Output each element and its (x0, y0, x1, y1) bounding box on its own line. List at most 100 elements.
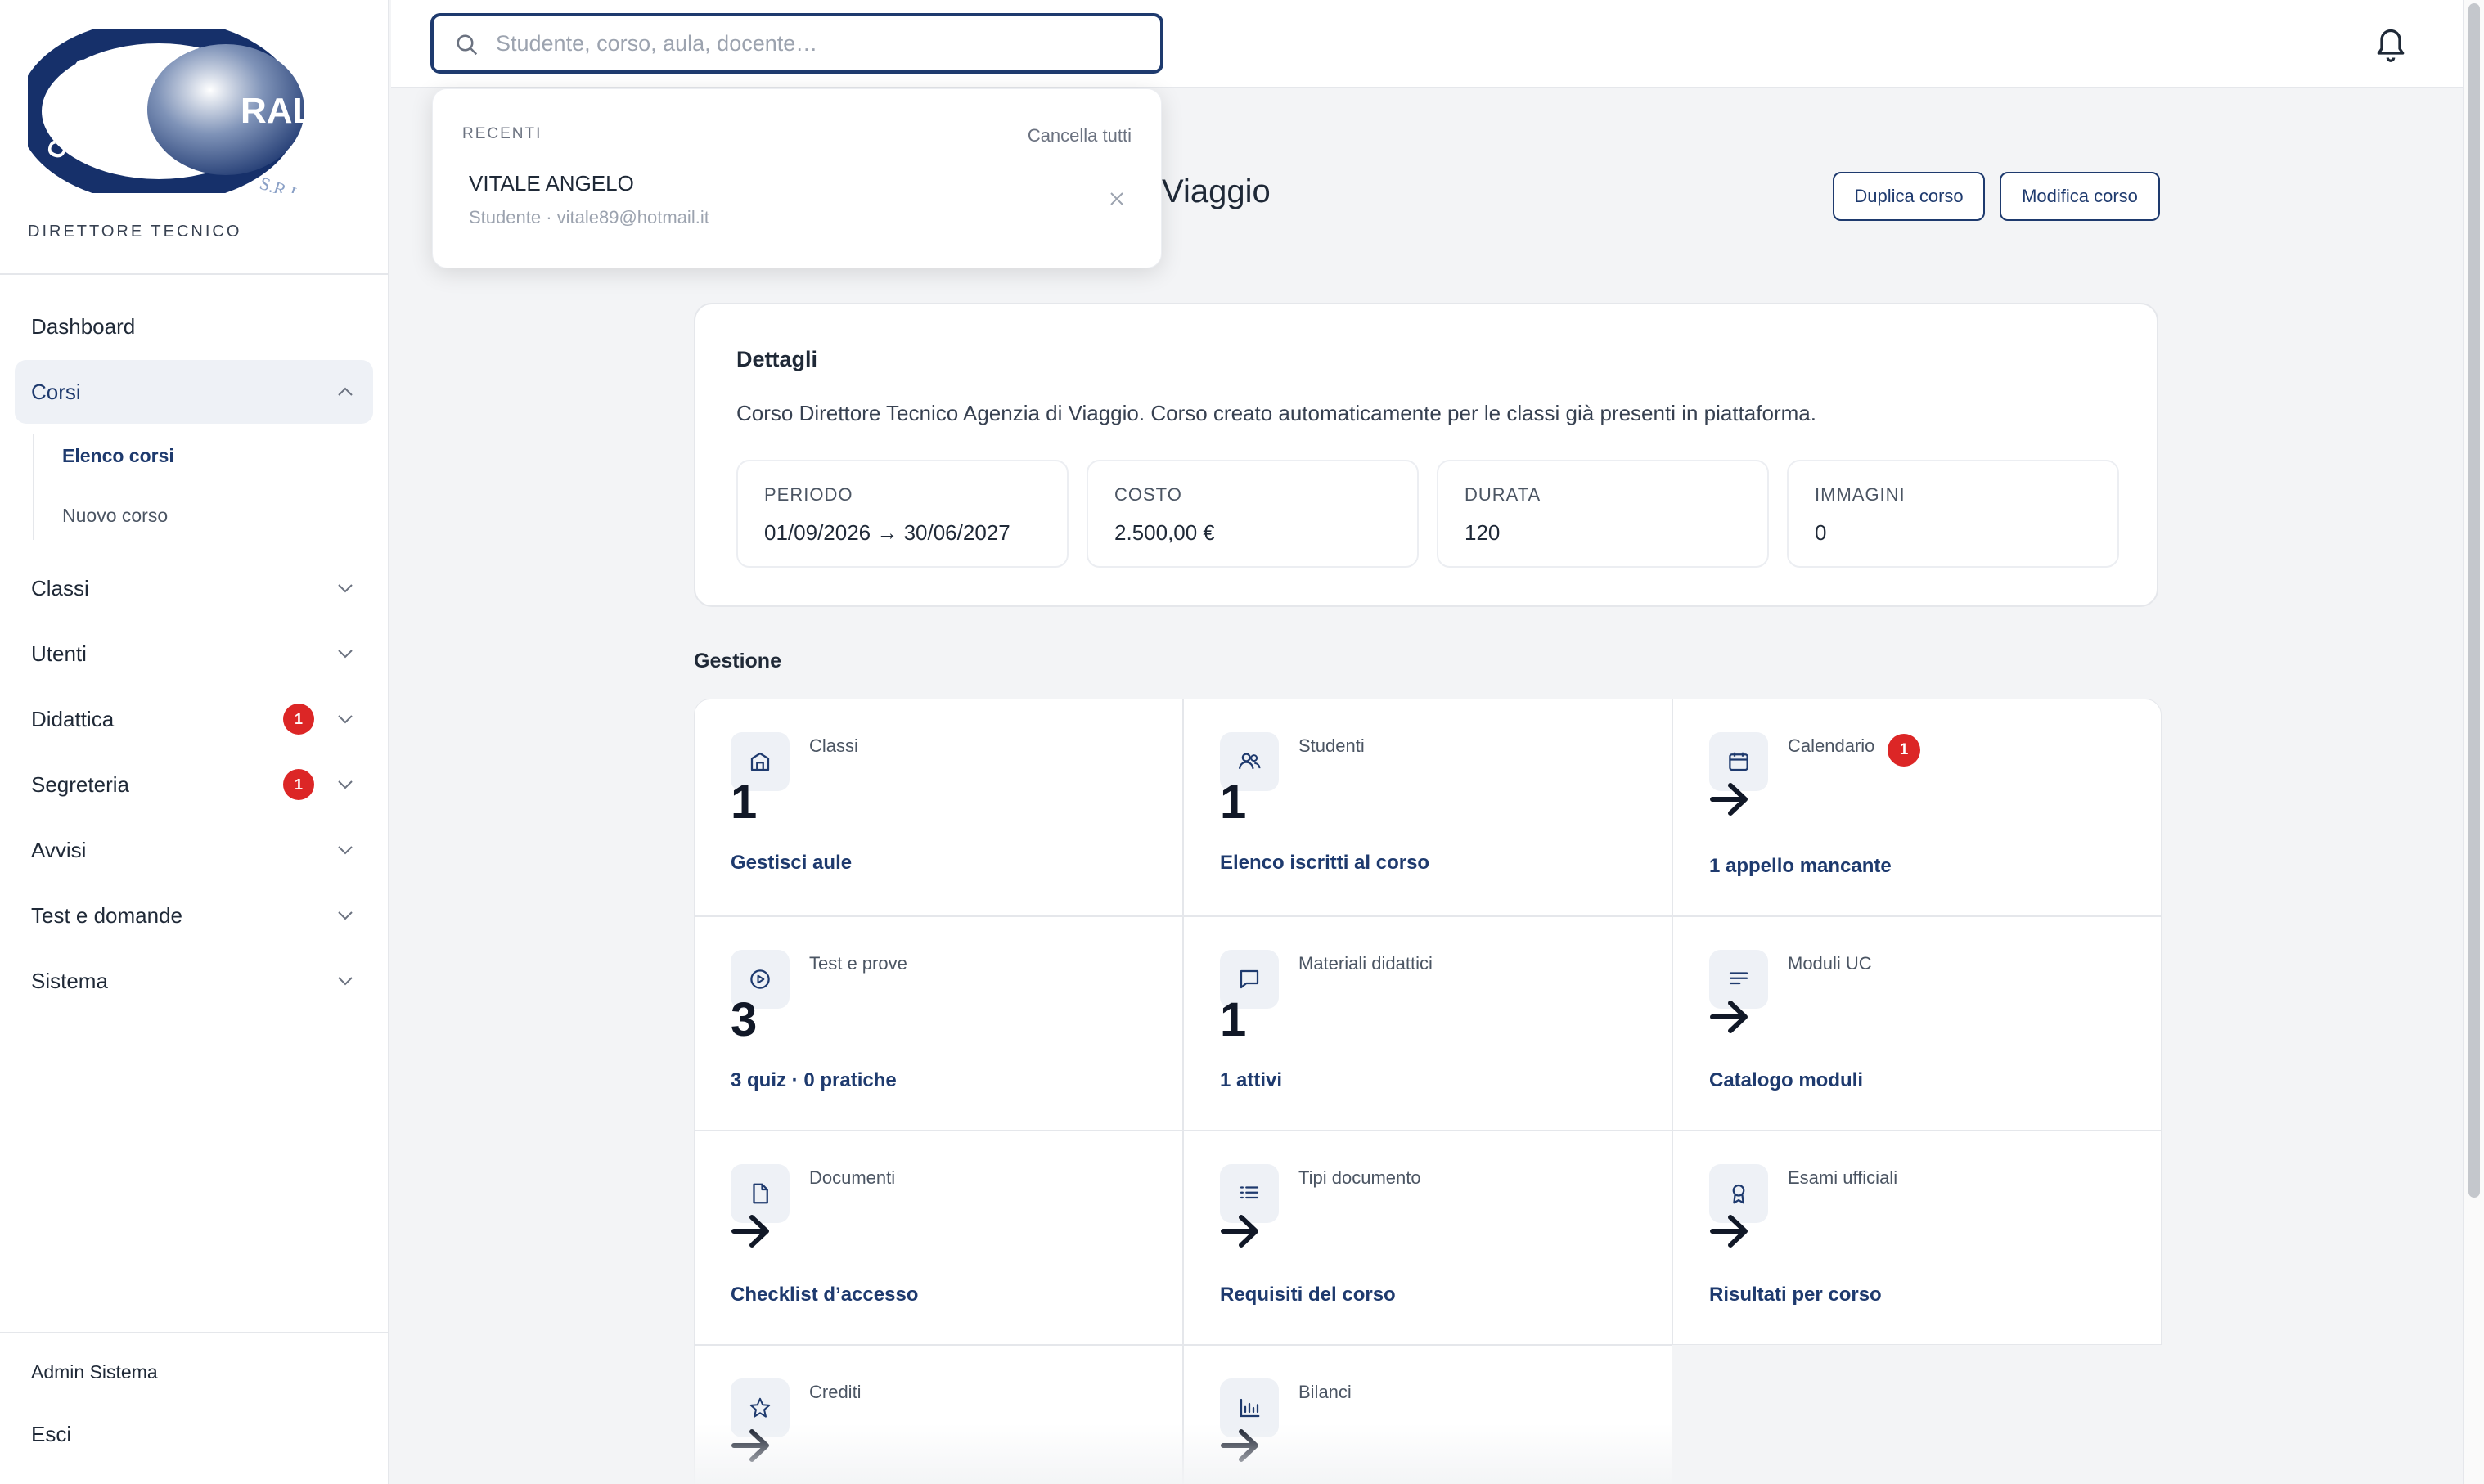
gestione-title: Gestione (694, 650, 781, 672)
tile-test-e-prove[interactable]: Test e prove 3 3 quiz · 0 pratiche (694, 916, 1183, 1131)
chevron-up-icon (338, 387, 353, 396)
arrow-right-icon (1710, 783, 1748, 816)
stat-immagini: IMMAGINI 0 (1787, 460, 2119, 568)
tile-label: Classi (809, 735, 858, 756)
recent-item-name: VITALE ANGELO (469, 171, 634, 196)
tile-link[interactable]: Risultati per corso (1709, 1284, 1882, 1306)
sidebar-item-label: Didattica (31, 706, 115, 731)
sidebar-item-label: Utenti (31, 641, 87, 666)
arrow-right-icon (1710, 1215, 1748, 1248)
tile-tipi-documento[interactable]: Tipi documento Requisiti del corso (1183, 1131, 1672, 1345)
search-icon (457, 34, 478, 56)
bell-icon[interactable] (2373, 25, 2409, 64)
tile-value: 1 (1220, 776, 1247, 829)
tile-label: Documenti (809, 1167, 896, 1188)
stat-periodo: PERIODO 01/09/2026 → 30/06/2027 (736, 460, 1069, 568)
tile-value: 1 (731, 776, 758, 829)
tile-link[interactable]: Requisiti del corso (1220, 1284, 1396, 1306)
submenu-line (33, 434, 34, 540)
stat-label: DURATA (1465, 484, 1541, 505)
tile-classi[interactable]: Classi 1 Gestisci aule (694, 699, 1183, 916)
logout-button[interactable]: Esci (31, 1422, 71, 1447)
sidebar-item-segreteria[interactable]: Segreteria 1 (15, 753, 373, 816)
tile-documenti[interactable]: Documenti Checklist d’accesso (694, 1131, 1183, 1345)
stat-costo: COSTO 2.500,00 € (1087, 460, 1419, 568)
tile-label: Calendario (1788, 735, 1875, 756)
tile-label: Tipi documento (1298, 1167, 1421, 1188)
stat-durata: DURATA 120 (1437, 460, 1769, 568)
page-scrollbar[interactable] (2463, 0, 2484, 1484)
details-title: Dettagli (736, 347, 818, 371)
sidebar-item-classi[interactable]: Classi (15, 556, 373, 620)
notification-badge: 1 (1888, 734, 1920, 767)
tile-value: 1 (1220, 993, 1247, 1046)
sidebar-item-didattica[interactable]: Didattica 1 (15, 687, 373, 751)
tile-value: 3 (731, 993, 758, 1046)
tile-label: Test e prove (809, 953, 907, 974)
tile-link[interactable]: Gestisci aule (731, 852, 852, 875)
sidebar-item-dashboard[interactable]: Dashboard (15, 295, 373, 358)
svg-text:S.R.L.: S.R.L. (257, 173, 308, 193)
sidebar-item-corsi[interactable]: Corsi (15, 360, 373, 424)
company-logo[interactable]: RAL CENTRO S.R.L. (17, 19, 331, 206)
tile-label: Materiali didattici (1298, 953, 1433, 974)
notification-badge: 1 (283, 769, 314, 800)
details-card: Dettagli Corso Direttore Tecnico Agenzia… (694, 303, 2158, 607)
sidebar-item-avvisi[interactable]: Avvisi (15, 818, 373, 882)
svg-text:RAL: RAL (241, 91, 314, 131)
arrow-right-icon (1710, 1001, 1748, 1033)
details-description: Corso Direttore Tecnico Agenzia di Viagg… (736, 401, 1816, 425)
tile-label: Studenti (1298, 735, 1365, 756)
edit-course-button[interactable]: Modifica corso (2000, 172, 2160, 221)
chevron-down-icon (338, 715, 353, 724)
tile-link[interactable]: 3 quiz · 0 pratiche (731, 1069, 897, 1092)
tile-link[interactable]: 1 attivi (1220, 1069, 1282, 1092)
tile-calendario[interactable]: Calendario 1 1 appello mancante (1672, 699, 2162, 916)
arrow-right-icon (731, 1215, 769, 1248)
duplicate-course-button[interactable]: Duplica corso (1833, 172, 1985, 221)
sidebar-divider (0, 273, 389, 275)
stat-label: IMMAGINI (1815, 484, 1906, 505)
stat-value: 2.500,00 € (1114, 520, 1215, 545)
clear-all-button[interactable]: Cancella tutti (1028, 125, 1132, 146)
sidebar-item-label: Sistema (31, 968, 108, 993)
close-icon[interactable] (1109, 191, 1125, 207)
sidebar-item-label: Corsi (31, 379, 81, 404)
global-search[interactable] (430, 13, 1163, 74)
tile-link[interactable]: Elenco iscritti al corso (1220, 852, 1429, 875)
notification-badge: 1 (283, 704, 314, 735)
tile-label: Moduli UC (1788, 953, 1872, 974)
admin-user-label[interactable]: Admin Sistema (31, 1361, 158, 1383)
chevron-down-icon (338, 584, 353, 593)
stat-value: 0 (1815, 520, 1827, 545)
sidebar-item-test-e-domande[interactable]: Test e domande (15, 884, 373, 947)
scrollbar-thumb[interactable] (2468, 3, 2480, 1198)
tile-moduli-uc[interactable]: Moduli UC Catalogo moduli (1672, 916, 2162, 1131)
tile-link[interactable]: 1 appello mancante (1709, 855, 1892, 878)
sidebar-subitem-elenco-corsi[interactable]: Elenco corsi (62, 445, 174, 467)
tile-link[interactable]: Catalogo moduli (1709, 1069, 1863, 1092)
tile-esami-ufficiali[interactable]: Esami ufficiali Risultati per corso (1672, 1131, 2162, 1345)
sidebar-item-utenti[interactable]: Utenti (15, 622, 373, 686)
tile-studenti[interactable]: Studenti 1 Elenco iscritti al corso (1183, 699, 1672, 916)
stat-label: PERIODO (764, 484, 853, 505)
sidebar-item-sistema[interactable]: Sistema (15, 949, 373, 1013)
sidebar-footer-divider (0, 1332, 389, 1333)
stat-value: 01/09/2026 → 30/06/2027 (764, 520, 1010, 545)
chevron-down-icon (338, 780, 353, 789)
search-input[interactable] (496, 30, 1118, 56)
sidebar-item-label: Segreteria (31, 771, 129, 797)
tile-link[interactable]: Checklist d’accesso (731, 1284, 918, 1306)
sidebar-item-label: Dashboard (31, 313, 136, 339)
chevron-down-icon (338, 977, 353, 986)
sidebar-subitem-nuovo-corso[interactable]: Nuovo corso (62, 505, 168, 527)
chevron-down-icon (338, 846, 353, 855)
sidebar-item-label: Classi (31, 575, 89, 600)
role-label: DIRETTORE TECNICO (28, 223, 242, 241)
sidebar: RAL CENTRO S.R.L. DIRETTORE TECNICO Dash… (0, 0, 389, 1484)
gestione-grid: Classi 1 Gestisci aule Studenti 1 Elenco… (694, 699, 2162, 1484)
page-title: i Viaggio (1145, 173, 1271, 209)
recent-item-detail: Studente · vitale89@hotmail.it (469, 207, 709, 227)
sidebar-item-label: Avvisi (31, 837, 87, 862)
tile-materiali-didattici[interactable]: Materiali didattici 1 1 attivi (1183, 916, 1672, 1131)
